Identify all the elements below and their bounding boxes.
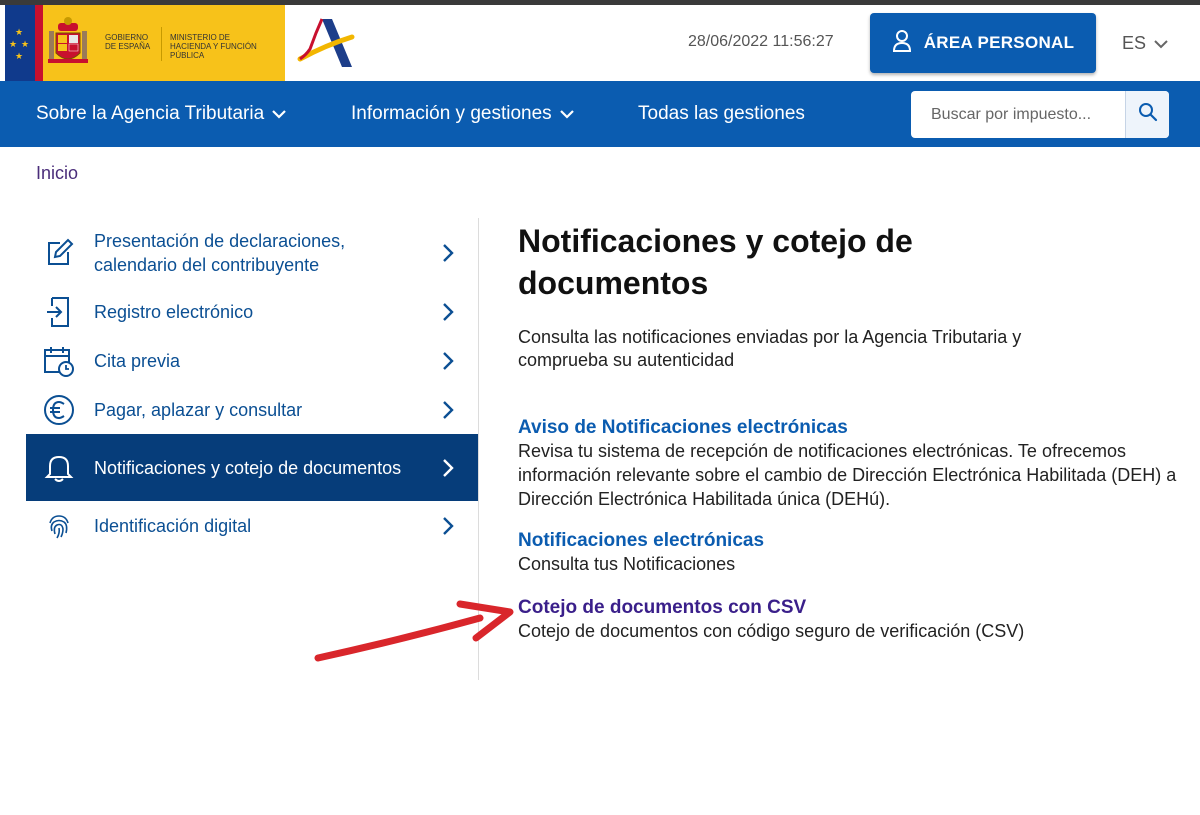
- document-arrow-icon: [42, 295, 76, 329]
- breadcrumb-inicio[interactable]: Inicio: [36, 163, 78, 184]
- area-personal-button[interactable]: ÁREA PERSONAL: [870, 13, 1096, 73]
- chevron-down-icon: [1154, 33, 1168, 54]
- sidebar-item-label: Registro electrónico: [94, 302, 254, 322]
- area-personal-label: ÁREA PERSONAL: [923, 33, 1075, 52]
- nav-item-label: Sobre la Agencia Tributaria: [36, 103, 265, 124]
- chevron-right-icon: [440, 400, 456, 420]
- euro-icon: [42, 393, 76, 427]
- annotation-arrow-icon: [314, 600, 514, 662]
- main-content: Notificaciones y cotejo de documentos Co…: [518, 218, 1178, 643]
- search-input[interactable]: [911, 91, 1125, 138]
- fingerprint-icon: [42, 509, 76, 543]
- sidebar-item-identificacion[interactable]: Identificación digital: [26, 501, 478, 551]
- sidebar-item-notificaciones[interactable]: Notificaciones y cotejo de documentos: [26, 434, 478, 501]
- search-button[interactable]: [1125, 91, 1169, 138]
- chevron-down-icon: [272, 103, 286, 125]
- chevron-right-icon: [440, 516, 456, 536]
- sidebar-item-label: Presentación de declaraciones, calendari…: [94, 231, 346, 275]
- current-datetime: 28/06/2022 11:56:27: [688, 33, 834, 50]
- sidebar-item-label: Cita previa: [94, 351, 181, 371]
- nav-item-label: Información y gestiones: [351, 103, 552, 124]
- sidebar-item-pagar[interactable]: Pagar, aplazar y consultar: [26, 386, 478, 434]
- chevron-down-icon: [559, 103, 574, 125]
- sidebar-item-label: Notificaciones y cotejo de documentos: [94, 457, 402, 478]
- user-icon: [892, 29, 912, 57]
- site-header: ★ ★ ★ ★ GOBIERNO DE ESPAÑA MINISTERIO DE…: [0, 5, 1200, 81]
- flag-red-strip: [35, 5, 43, 81]
- sidebar-item-cita-previa[interactable]: Cita previa: [26, 336, 478, 386]
- agencia-tributaria-logo[interactable]: [296, 15, 356, 71]
- section-description: Cotejo de documentos con código seguro d…: [518, 621, 1025, 641]
- bell-icon: [42, 451, 76, 485]
- sidebar-item-label: Identificación digital: [94, 516, 252, 536]
- sidebar-menu: Presentación de declaraciones, calendari…: [26, 218, 478, 551]
- sidebar-item-presentacion[interactable]: Presentación de declaraciones, calendari…: [26, 218, 478, 288]
- pencil-icon: [42, 236, 76, 270]
- language-label: ES: [1122, 33, 1147, 53]
- section-cotejo: Cotejo de documentos con CSV Cotejo de d…: [518, 596, 1178, 643]
- coat-of-arms-icon: [43, 5, 93, 81]
- page-intro: Consulta las notificaciones enviadas por…: [518, 327, 1022, 370]
- chevron-right-icon: [440, 243, 456, 263]
- calendar-clock-icon: [42, 344, 76, 378]
- notificaciones-electronicas-link[interactable]: Notificaciones electrónicas: [518, 529, 1178, 552]
- nav-item-todas-gestiones[interactable]: Todas las gestiones: [638, 103, 805, 125]
- chevron-right-icon: [440, 351, 456, 371]
- main-navigation: Sobre la Agencia Tributaria Información …: [0, 81, 1200, 147]
- language-selector[interactable]: ES: [1122, 33, 1168, 54]
- search-icon: [1138, 102, 1158, 127]
- chevron-right-icon: [440, 458, 456, 478]
- sidebar-item-label: Pagar, aplazar y consultar: [94, 400, 303, 420]
- cotejo-documentos-csv-link[interactable]: Cotejo de documentos con CSV: [518, 596, 1178, 619]
- section-notificaciones: Notificaciones electrónicas Consulta tus…: [518, 529, 1178, 576]
- sidebar-item-registro[interactable]: Registro electrónico: [26, 288, 478, 336]
- search-box: [911, 91, 1169, 138]
- nav-item-sobre-agencia[interactable]: Sobre la Agencia Tributaria: [36, 103, 286, 125]
- gobierno-logo[interactable]: ★ ★ ★ ★ GOBIERNO DE ESPAÑA MINISTERIO DE…: [5, 5, 285, 81]
- section-description: Consulta tus Notificaciones: [518, 554, 736, 574]
- section-description: Revisa tu sistema de recepción de notifi…: [518, 441, 1177, 509]
- section-aviso: Aviso de Notificaciones electrónicas Rev…: [518, 416, 1178, 511]
- logo-ministerio-text: MINISTERIO DE HACIENDA Y FUNCIÓN PÚBLICA: [161, 27, 271, 61]
- eu-flag-strip: ★ ★ ★ ★: [5, 5, 35, 81]
- page-title: Notificaciones y cotejo de documentos: [518, 223, 913, 301]
- nav-item-informacion-gestiones[interactable]: Información y gestiones: [351, 103, 574, 125]
- nav-item-label: Todas las gestiones: [638, 103, 805, 124]
- aviso-notificaciones-link[interactable]: Aviso de Notificaciones electrónicas: [518, 416, 1178, 439]
- logo-gobierno-text: GOBIERNO DE ESPAÑA: [105, 33, 151, 51]
- chevron-right-icon: [440, 302, 456, 322]
